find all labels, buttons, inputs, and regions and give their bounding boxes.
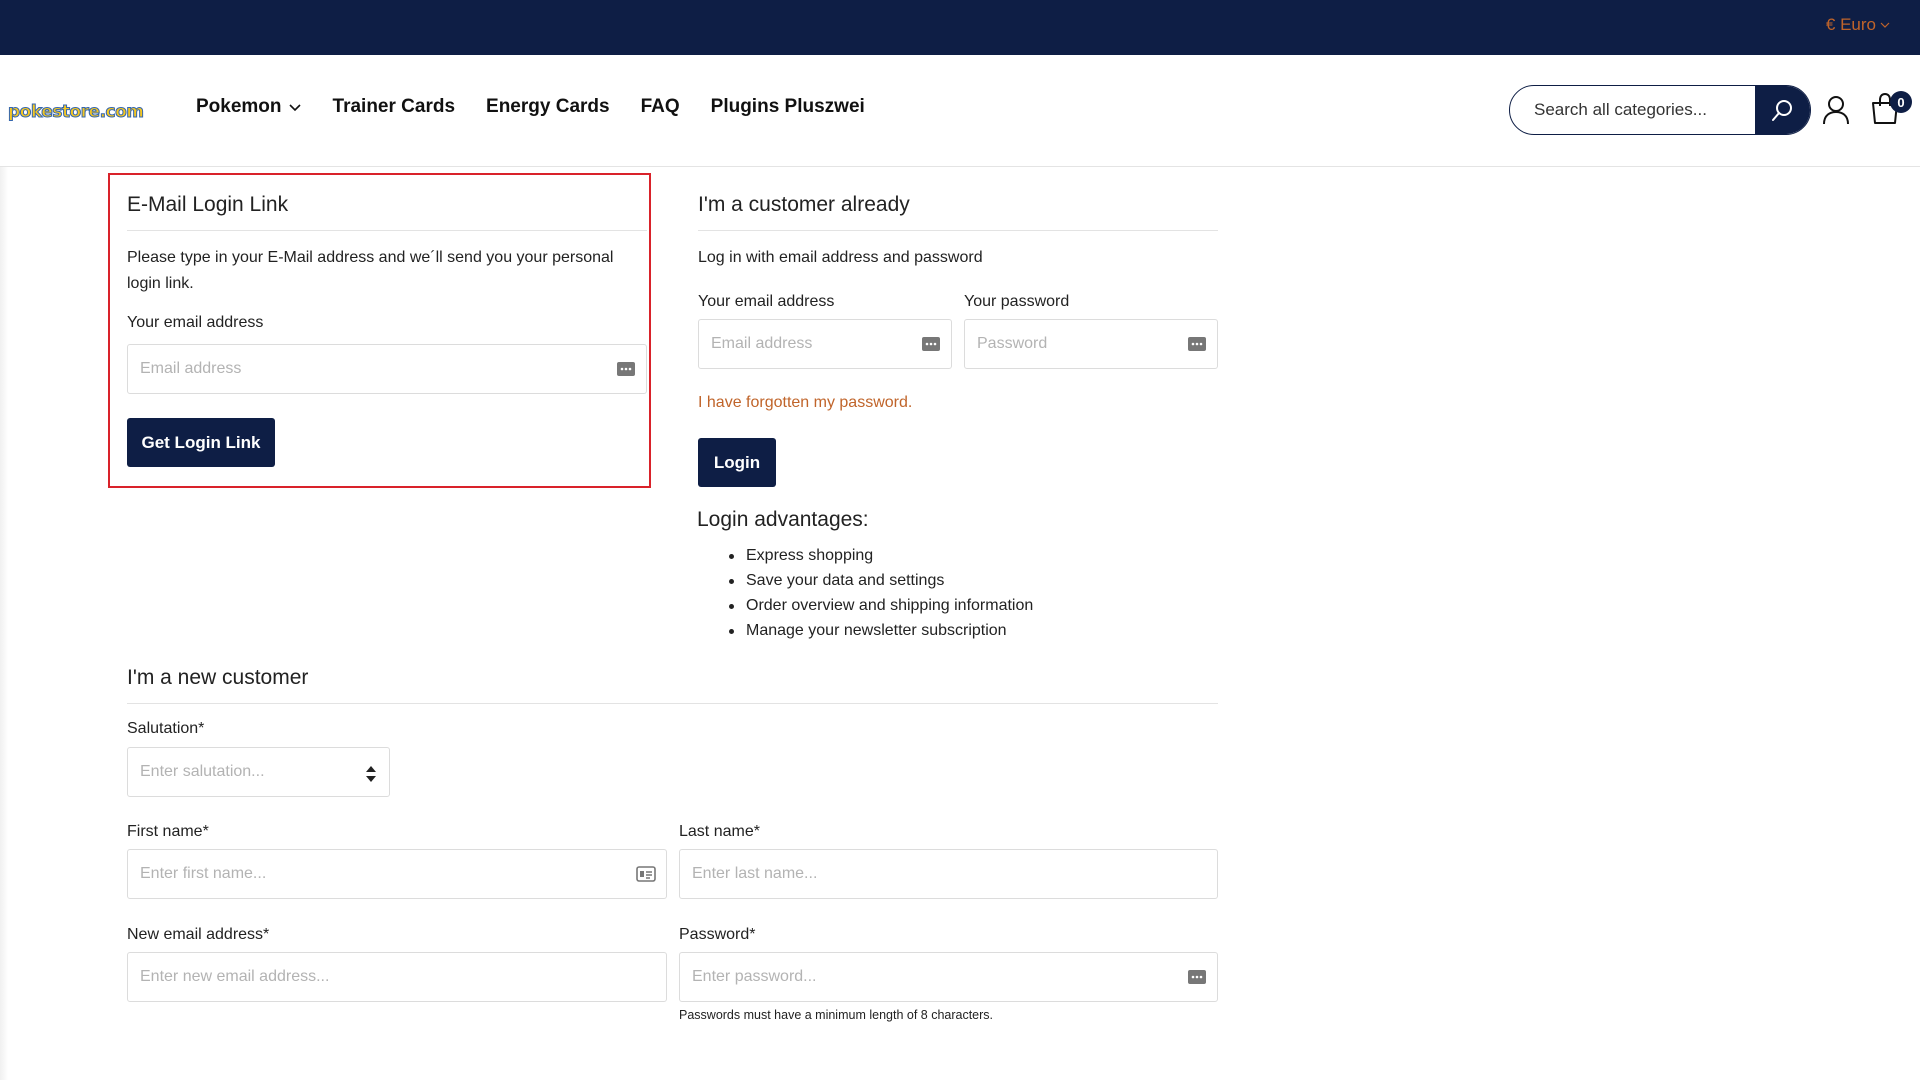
currency-selector[interactable]: € Euro (1826, 15, 1890, 35)
new-email-input[interactable] (128, 953, 666, 1001)
last-name-input[interactable] (680, 850, 1217, 898)
last-name-field (679, 849, 1218, 899)
new-customer-title: I'm a new customer (127, 666, 1218, 704)
login-email-field (698, 319, 952, 369)
nav-item-pokemon[interactable]: Pokemon (196, 96, 302, 118)
forgot-password-link[interactable]: I have forgotten my password. (698, 394, 912, 412)
main-nav: Pokemon Trainer Cards Energy Cards FAQ P… (196, 96, 896, 118)
first-name-label: First name* (127, 823, 209, 840)
password-hint: Passwords must have a minimum length of … (679, 1008, 994, 1022)
existing-customer-title: I'm a customer already (698, 193, 1218, 231)
autofill-icon (1188, 970, 1206, 984)
new-email-label: New email address* (127, 926, 270, 943)
chevron-down-icon (1880, 22, 1890, 28)
list-item: Express shopping (728, 543, 1033, 568)
main-header: pokestore.com Pokemon Trainer Cards Ener… (0, 55, 1920, 167)
search-button[interactable] (1755, 86, 1810, 134)
new-password-field (679, 952, 1218, 1002)
email-login-panel: E-Mail Login Link Please type in your E-… (127, 193, 647, 332)
email-login-field (127, 344, 647, 394)
email-login-email-label: Your email address (127, 314, 264, 331)
sort-arrows-icon (366, 766, 376, 782)
nav-item-label: Pokemon (196, 96, 282, 117)
page-edge (0, 167, 8, 1080)
nav-item-label: FAQ (640, 96, 680, 117)
contact-card-icon (636, 866, 656, 882)
nav-item-faq[interactable]: FAQ (641, 96, 680, 118)
get-login-link-button[interactable]: Get Login Link (127, 418, 275, 467)
nav-item-label: Plugins Pluszwei (710, 96, 865, 117)
nav-item-energy-cards[interactable]: Energy Cards (486, 96, 610, 118)
search-input[interactable] (1510, 86, 1755, 134)
new-customer-panel: I'm a new customer (127, 666, 1218, 704)
login-email-label: Your email address (698, 293, 835, 310)
login-password-field (964, 319, 1218, 369)
salutation-label: Salutation* (127, 720, 205, 737)
nav-item-label: Trainer Cards (332, 96, 456, 117)
login-advantages-title: Login advantages: (697, 508, 869, 531)
nav-item-label: Energy Cards (486, 96, 610, 117)
currency-label: € Euro (1825, 15, 1876, 34)
email-login-input[interactable] (128, 345, 646, 393)
login-button[interactable]: Login (698, 438, 776, 487)
autofill-icon (922, 337, 940, 351)
nav-item-plugins-pluszwei[interactable]: Plugins Pluszwei (711, 96, 865, 118)
chevron-down-icon (288, 104, 301, 112)
new-email-field (127, 952, 667, 1002)
last-name-label: Last name* (679, 823, 760, 840)
email-login-description: Please type in your E-Mail address and w… (127, 249, 614, 292)
login-email-input[interactable] (699, 320, 951, 368)
cart-count-badge: 0 (1890, 91, 1912, 113)
first-name-input[interactable] (128, 850, 666, 898)
top-bar: € Euro (0, 0, 1920, 55)
login-password-label: Your password (964, 293, 1070, 310)
new-password-input[interactable] (680, 953, 1217, 1001)
list-item: Order overview and shipping information (728, 593, 1033, 618)
logo-text: pokestore.com (8, 102, 145, 123)
existing-customer-panel: I'm a customer already Log in with email… (698, 193, 1218, 271)
new-password-label: Password* (679, 926, 756, 943)
login-advantages-list: Express shopping Save your data and sett… (728, 543, 1033, 643)
search-icon (1771, 100, 1792, 121)
email-login-title: E-Mail Login Link (127, 193, 647, 231)
search-bar (1509, 85, 1811, 135)
autofill-icon (617, 362, 635, 376)
nav-item-trainer-cards[interactable]: Trainer Cards (333, 96, 456, 118)
salutation-value: Enter salutation... (140, 763, 265, 780)
list-item: Save your data and settings (728, 568, 1033, 593)
login-password-input[interactable] (965, 320, 1217, 368)
existing-customer-subtitle: Log in with email address and password (698, 249, 983, 266)
autofill-icon (1188, 337, 1206, 351)
list-item: Manage your newsletter subscription (728, 618, 1033, 643)
logo[interactable]: pokestore.com (8, 99, 145, 125)
salutation-select[interactable]: Enter salutation... (127, 747, 390, 797)
user-icon[interactable] (1822, 95, 1850, 125)
first-name-field (127, 849, 667, 899)
